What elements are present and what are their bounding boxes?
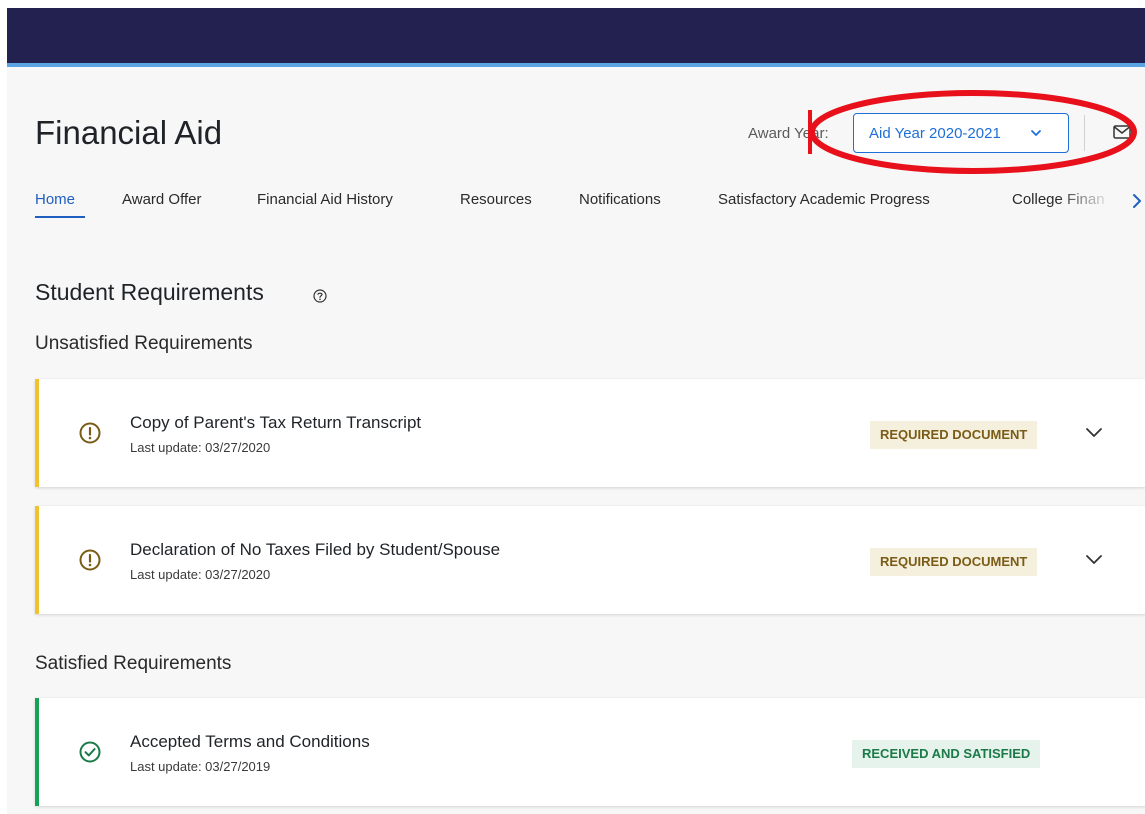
page-title: Financial Aid (35, 114, 223, 151)
tab-award-offer[interactable]: Award Offer (122, 191, 201, 208)
unsatisfied-requirements-heading: Unsatisfied Requirements (35, 333, 253, 354)
chevron-down-icon[interactable] (1085, 427, 1103, 439)
tab-notifications[interactable]: Notifications (579, 191, 661, 208)
requirement-card[interactable]: Declaration of No Taxes Filed by Student… (35, 506, 1145, 614)
status-badge: RECEIVED AND SATISFIED (852, 740, 1041, 768)
annotation-marker-bar (808, 110, 812, 154)
tab-financial-aid-history[interactable]: Financial Aid History (257, 191, 393, 208)
alert-circle-icon (79, 422, 101, 444)
check-circle-icon (79, 741, 101, 763)
help-icon[interactable] (313, 289, 327, 303)
requirement-last-update: Last update: 03/27/2020 (130, 567, 271, 582)
financial-aid-page: Financial Aid Award Year: Aid Year 2020-… (0, 0, 1145, 814)
chevron-down-icon[interactable] (1085, 554, 1103, 566)
student-requirements-heading: Student Requirements (35, 279, 264, 305)
tabs-overflow-fade (1057, 187, 1137, 213)
tab-home[interactable]: Home (35, 191, 75, 208)
status-badge: REQUIRED DOCUMENT (870, 548, 1038, 576)
status-badge: REQUIRED DOCUMENT (870, 421, 1038, 449)
chevron-right-icon[interactable] (1132, 193, 1142, 209)
chevron-down-icon (1031, 130, 1041, 136)
award-year-label: Award Year: (748, 125, 829, 142)
header-divider (1084, 115, 1085, 151)
mail-icon[interactable] (1113, 125, 1131, 139)
requirement-name: Copy of Parent's Tax Return Transcript (130, 413, 422, 432)
satisfied-requirements-heading: Satisfied Requirements (35, 653, 232, 674)
alert-circle-icon (79, 549, 101, 571)
main-content: Financial Aid Award Year: Aid Year 2020-… (7, 67, 1145, 814)
requirement-card[interactable]: Copy of Parent's Tax Return Transcript L… (35, 379, 1145, 487)
requirement-name: Declaration of No Taxes Filed by Student… (130, 540, 501, 559)
active-tab-indicator (35, 216, 85, 218)
requirement-card: Accepted Terms and Conditions Last updat… (35, 698, 1145, 806)
tab-resources[interactable]: Resources (460, 191, 532, 208)
tab-satisfactory-academic-progress[interactable]: Satisfactory Academic Progress (718, 191, 930, 208)
aid-year-select-value: Aid Year 2020-2021 (869, 124, 1001, 142)
requirement-last-update: Last update: 03/27/2019 (130, 759, 271, 774)
top-nav-bar (7, 8, 1145, 63)
aid-year-select[interactable]: Aid Year 2020-2021 (853, 113, 1069, 153)
requirement-last-update: Last update: 03/27/2020 (130, 440, 271, 455)
requirement-name: Accepted Terms and Conditions (130, 732, 370, 751)
